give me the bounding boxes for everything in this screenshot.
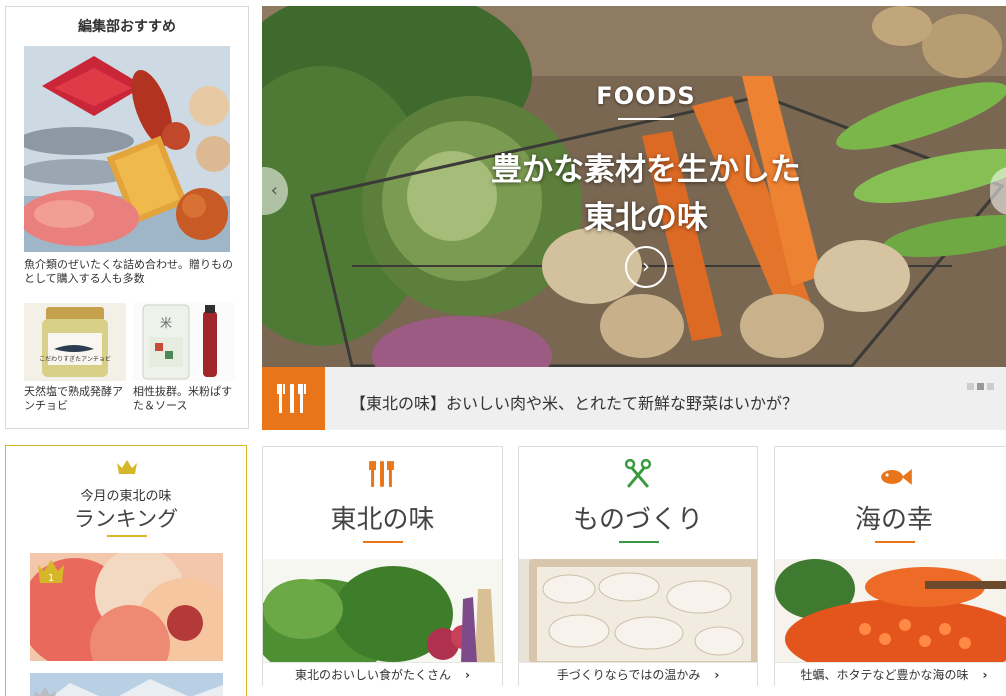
ranking-underline xyxy=(107,535,147,537)
svg-text:米: 米 xyxy=(160,316,172,330)
seafood-assortment-image[interactable] xyxy=(24,46,230,252)
card-underline xyxy=(363,541,403,543)
card-underline xyxy=(619,541,659,543)
scissors-icon xyxy=(624,459,652,488)
slider-dots xyxy=(967,375,997,394)
card-underline xyxy=(875,541,915,543)
hero-slider: FOODS 豊かな素材を生かした 東北の味 › ‹ 【東北の味】おいしい肉や米、… xyxy=(262,6,1006,430)
svg-text:こだわりすぎたアンチョビ: こだわりすぎたアンチョビ xyxy=(39,355,111,363)
recommend-panel: 編集部おすすめ 魚介類のぜいたくな詰め合わせ。贈りものとして購入する人も多数 こ… xyxy=(5,6,249,429)
fork-knife-icon xyxy=(262,367,325,430)
chevron-right-icon: › xyxy=(714,668,720,682)
ranking-panel: 今月の東北の味 ランキング 1 xyxy=(5,445,247,696)
recommend-title: 編集部おすすめ xyxy=(78,19,176,35)
slider-dot-active[interactable] xyxy=(977,383,984,390)
fish-icon xyxy=(881,469,912,485)
card-title: 東北の味 xyxy=(330,505,435,535)
recommend-item-anchovy[interactable]: こだわりすぎたアンチョビ 天然塩で熟成発酵アンチョビ xyxy=(24,303,126,413)
crown-icon xyxy=(117,460,137,474)
card-footer-text: 手づくりならではの温かみ xyxy=(556,668,701,682)
rice-pasta-caption: 相性抜群。米粉ぱすた＆ソース xyxy=(133,385,232,412)
card-footer-link[interactable]: 東北のおいしい食がたくさん › xyxy=(263,662,502,687)
hero-headline-line1: 豊かな素材を生かした xyxy=(491,152,801,188)
hero-category-label: FOODS xyxy=(596,82,696,110)
card-footer-text: 東北のおいしい食がたくさん xyxy=(295,668,452,682)
card-title: 海の幸 xyxy=(854,505,933,535)
category-card-tohoku-taste[interactable]: 東北の味 東北のおいしい食がたくさん › xyxy=(262,446,503,687)
chevron-right-icon: › xyxy=(465,668,470,682)
category-card-craft[interactable]: ものづくり 手づくりならではの温かみ › xyxy=(518,446,758,687)
card-footer-text: 牡蠣、ホタテなど豊かな海の味 xyxy=(800,668,969,682)
hero-caption-text: 【東北の味】おいしい肉や米、とれたて新鮮な野菜はいかが？ xyxy=(350,394,799,413)
slider-dot[interactable] xyxy=(967,383,974,390)
card-footer-link[interactable]: 手づくりならではの温かみ › xyxy=(519,662,757,687)
hero-headline-line2: 東北の味 xyxy=(584,200,708,236)
rank-1-badge-icon: 1 xyxy=(38,560,64,584)
vegetables-image xyxy=(263,559,502,663)
recommend-item-rice-pasta[interactable]: 米 相性抜群。米粉ぱすた＆ソース xyxy=(133,303,235,413)
card-footer-link[interactable]: 牡蠣、ホタテなど豊かな海の味 › xyxy=(775,662,1006,687)
slider-dot[interactable] xyxy=(987,383,994,390)
anchovy-jar-image: こだわりすぎたアンチョビ xyxy=(24,303,126,381)
chevron-right-icon: › xyxy=(982,668,988,682)
wooden-animal-puzzle-image xyxy=(519,559,757,663)
anchovy-caption: 天然塩で熟成発酵アンチョビ xyxy=(24,385,123,412)
ranking-peach-image[interactable]: 1 xyxy=(30,553,223,661)
card-title: ものづくり xyxy=(572,505,703,535)
hero-arrow-right-icon[interactable]: › xyxy=(625,246,667,288)
recommend-main-caption[interactable]: 魚介類のぜいたくな詰め合わせ。贈りものとして購入する人も多数 xyxy=(24,258,234,286)
rice-pasta-image: 米 xyxy=(133,303,235,381)
hero-caption-bar[interactable]: 【東北の味】おいしい肉や米、とれたて新鮮な野菜はいかが？ xyxy=(262,367,1006,430)
hero-underline xyxy=(618,118,674,120)
hero-vegetable-basket-image[interactable]: FOODS 豊かな素材を生かした 東北の味 › ‹ xyxy=(262,6,1006,367)
svg-text:1: 1 xyxy=(48,573,54,584)
fork-knife-icon xyxy=(369,461,394,487)
ranking-second-image[interactable] xyxy=(30,673,223,696)
salmon-roe-image xyxy=(775,559,1006,663)
category-card-seafood[interactable]: 海の幸 牡蠣、ホタテなど豊かな海の味 › xyxy=(774,446,1006,687)
ranking-subtitle: 今月の東北の味 xyxy=(80,489,172,504)
ranking-title: ランキング xyxy=(73,507,179,531)
